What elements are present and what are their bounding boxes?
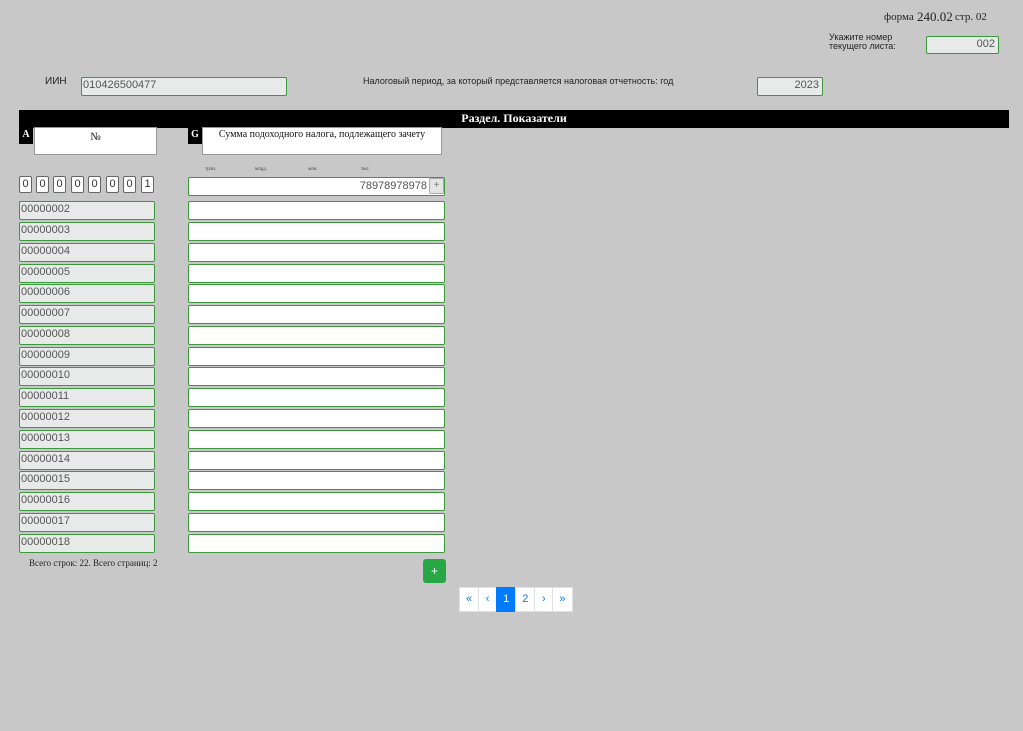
row-number-field[interactable]: 00000017 bbox=[19, 513, 155, 532]
row-number-field[interactable]: 00000018 bbox=[19, 534, 155, 553]
add-row-button[interactable]: + bbox=[423, 559, 446, 583]
row-number-digit[interactable]: 0 bbox=[53, 176, 66, 193]
column-g-letter: G bbox=[188, 127, 202, 144]
tax-amount-input[interactable]: 78978978978 bbox=[188, 177, 445, 196]
section-title: Раздел. Показатели bbox=[19, 110, 1009, 128]
row-number-field[interactable]: 00000014 bbox=[19, 451, 155, 470]
tax-amount-input[interactable] bbox=[188, 471, 445, 490]
row-number-field[interactable]: 00000005 bbox=[19, 264, 155, 283]
row-number-digit[interactable]: 0 bbox=[71, 176, 84, 193]
unit-billion: млрд. bbox=[255, 167, 267, 172]
expand-digits-button[interactable]: + bbox=[429, 178, 444, 194]
tax-amount-input[interactable] bbox=[188, 222, 445, 241]
tax-amount-input[interactable] bbox=[188, 451, 445, 470]
tax-amount-input[interactable] bbox=[188, 534, 445, 553]
tax-amount-input[interactable] bbox=[188, 264, 445, 283]
form-number: 240.02 bbox=[917, 9, 953, 24]
year-field[interactable]: 2023 bbox=[757, 77, 823, 96]
row-number-digit[interactable]: 0 bbox=[123, 176, 136, 193]
sheet-number-prompt: Укажите номер текущего листа: bbox=[829, 33, 896, 51]
tax-amount-input[interactable] bbox=[188, 326, 445, 345]
row-number-field[interactable]: 00000013 bbox=[19, 430, 155, 449]
tax-amount-input[interactable] bbox=[188, 201, 445, 220]
row-number-field[interactable]: 00000004 bbox=[19, 243, 155, 262]
unit-trillion: трлн. bbox=[205, 167, 217, 172]
column-g-header: Сумма подоходного налога, подлежащего за… bbox=[202, 127, 442, 155]
page-label: стр. 02 bbox=[955, 11, 987, 23]
column-a-header: № bbox=[34, 127, 157, 155]
row-number-field[interactable]: 00000009 bbox=[19, 347, 155, 366]
row-summary: Всего строк: 22. Всего страниц: 2 bbox=[29, 558, 158, 568]
row-number-field[interactable]: 00000011 bbox=[19, 388, 155, 407]
prev-page-button[interactable]: ‹ bbox=[478, 587, 498, 612]
next-page-button[interactable]: › bbox=[534, 587, 554, 612]
row-number-digit[interactable]: 0 bbox=[36, 176, 49, 193]
row-number-field[interactable]: 00000006 bbox=[19, 284, 155, 303]
tax-amount-input[interactable] bbox=[188, 347, 445, 366]
sheet-prompt-line2: текущего листа: bbox=[829, 41, 896, 51]
unit-million: млн. bbox=[308, 167, 318, 172]
tax-amount-input[interactable] bbox=[188, 409, 445, 428]
tax-amount-input[interactable] bbox=[188, 284, 445, 303]
page-1-button[interactable]: 1 bbox=[496, 587, 517, 612]
row-number-field[interactable]: 00000010 bbox=[19, 367, 155, 386]
tax-amount-input[interactable] bbox=[188, 513, 445, 532]
page-2-button[interactable]: 2 bbox=[515, 587, 536, 612]
tax-amount-input[interactable] bbox=[188, 243, 445, 262]
iin-label: ИИН bbox=[45, 76, 67, 87]
pagination: « ‹ 1 2 › » bbox=[459, 587, 573, 612]
row-number-digit[interactable]: 0 bbox=[88, 176, 101, 193]
row-number-field[interactable]: 00000002 bbox=[19, 201, 155, 220]
first-page-button[interactable]: « bbox=[459, 587, 480, 612]
form-label: форма bbox=[884, 11, 914, 23]
sheet-number-field[interactable]: 002 bbox=[926, 36, 999, 54]
tax-amount-input[interactable] bbox=[188, 388, 445, 407]
last-page-button[interactable]: » bbox=[552, 587, 573, 612]
row-number-digit[interactable]: 0 bbox=[19, 176, 32, 193]
tax-amount-input[interactable] bbox=[188, 492, 445, 511]
row-number-field[interactable]: 00000012 bbox=[19, 409, 155, 428]
row-number-field[interactable]: 00000016 bbox=[19, 492, 155, 511]
tax-amount-input[interactable] bbox=[188, 430, 445, 449]
row-number-digit[interactable]: 1 bbox=[141, 176, 154, 193]
tax-amount-input[interactable] bbox=[188, 305, 445, 324]
unit-thousand: тыс. bbox=[361, 167, 371, 172]
row-number-field[interactable]: 00000008 bbox=[19, 326, 155, 345]
row-number-field[interactable]: 00000007 bbox=[19, 305, 155, 324]
tax-amount-input[interactable] bbox=[188, 367, 445, 386]
period-label: Налоговый период, за который представляе… bbox=[363, 76, 674, 86]
iin-field[interactable]: 010426500477 bbox=[81, 77, 287, 96]
row-number-field[interactable]: 00000003 bbox=[19, 222, 155, 241]
row-number-field[interactable]: 00000015 bbox=[19, 471, 155, 490]
column-a-letter: A bbox=[19, 127, 33, 144]
row-number-digit[interactable]: 0 bbox=[106, 176, 119, 193]
